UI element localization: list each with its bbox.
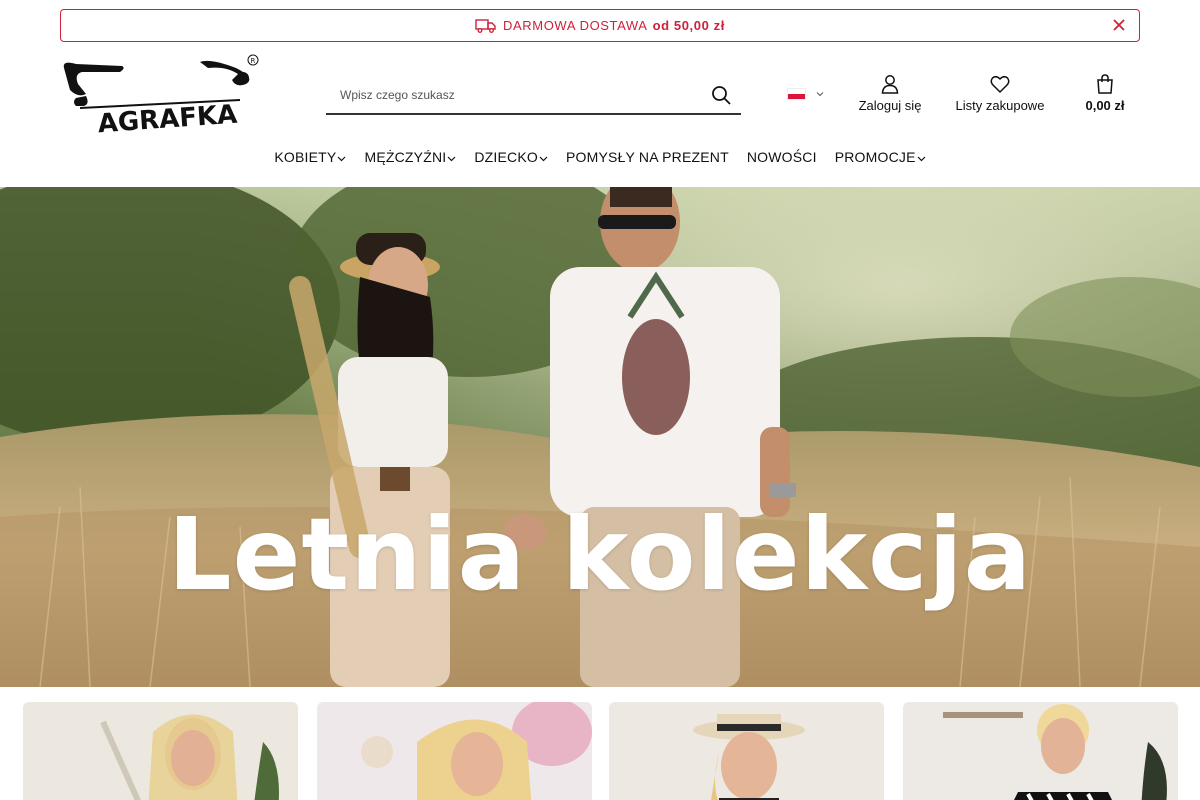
product-card[interactable]	[23, 702, 298, 800]
chevron-down-icon	[447, 156, 456, 161]
product-image	[903, 702, 1178, 800]
hero-title: Letnia kolekcja	[167, 496, 1033, 613]
hero-banner[interactable]: Letnia kolekcja	[0, 187, 1200, 687]
svg-text:R: R	[251, 57, 256, 65]
nav-item-label: DZIECKO	[474, 149, 538, 165]
cart-link[interactable]: 0,00 zł	[1082, 74, 1128, 113]
heart-icon	[990, 75, 1010, 94]
product-card[interactable]	[609, 702, 884, 800]
login-link[interactable]: Zaloguj się	[857, 74, 923, 113]
agrafka-logo[interactable]: AGRAFKA R	[60, 54, 260, 138]
product-cards-row	[0, 700, 1200, 800]
promo-text: DARMOWA DOSTAWA	[503, 18, 648, 33]
search-icon[interactable]	[711, 85, 731, 105]
chevron-down-icon	[338, 156, 346, 161]
nav-item-label: KOBIETY	[274, 149, 337, 165]
nav-item-pomysly-na-prezent[interactable]: POMYSŁY NA PREZENT	[566, 145, 729, 169]
nav-item-label: MĘŻCZYŹNI	[364, 149, 447, 165]
product-image	[609, 702, 884, 800]
nav-item-label: POMYSŁY NA PREZENT	[566, 149, 729, 165]
nav-item-kobiety[interactable]: KOBIETY	[274, 145, 346, 169]
user-icon	[881, 75, 899, 94]
close-icon[interactable]	[1111, 17, 1127, 33]
promo-amount: od 50,00 zł	[652, 18, 725, 33]
wishlist-label: Listy zakupowe	[955, 98, 1045, 113]
nav-item-promocje[interactable]: PROMOCJE	[835, 145, 926, 169]
nav-item-mezczyzni[interactable]: MĘŻCZYŹNI	[364, 145, 456, 169]
chevron-down-icon	[816, 92, 824, 97]
nav-item-label: NOWOŚCI	[746, 149, 817, 165]
nav-item-dziecko[interactable]: DZIECKO	[474, 145, 548, 169]
promo-bar: DARMOWA DOSTAWA od 50,00 zł	[60, 9, 1140, 42]
nav-item-nowosci[interactable]: NOWOŚCI	[747, 145, 817, 169]
search-bar	[326, 76, 741, 115]
wishlist-link[interactable]: Listy zakupowe	[954, 74, 1046, 113]
search-input[interactable]	[326, 87, 711, 102]
chevron-down-icon	[917, 156, 926, 161]
truck-icon	[475, 18, 496, 33]
product-image	[23, 702, 298, 800]
product-image	[317, 702, 592, 800]
poland-flag-icon	[787, 88, 806, 100]
product-card[interactable]	[317, 702, 592, 800]
chevron-down-icon	[539, 156, 548, 161]
nav-item-label: PROMOCJE	[834, 149, 916, 165]
cart-total: 0,00 zł	[1085, 98, 1125, 113]
main-navigation: KOBIETY MĘŻCZYŹNI DZIECKO POMYSŁY NA PRE…	[0, 145, 1200, 169]
login-label: Zaloguj się	[858, 98, 922, 113]
language-selector[interactable]	[787, 88, 824, 100]
shopping-bag-icon	[1097, 74, 1113, 94]
product-card[interactable]	[903, 702, 1178, 800]
